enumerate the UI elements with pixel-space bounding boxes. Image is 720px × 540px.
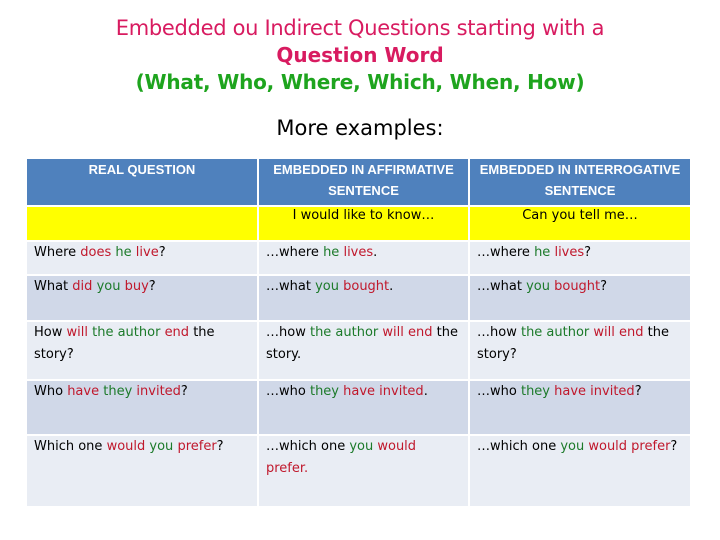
text-segment: . (389, 279, 394, 294)
real-question-cell: How will the author end the story? (25, 320, 259, 381)
text-segment: ? (670, 439, 678, 454)
text-segment: ? (634, 384, 642, 399)
verb-segment: buy (124, 279, 149, 294)
interrogative-cell: …who they have invited? (468, 379, 692, 436)
verb-segment: will (66, 325, 88, 340)
subtitle: More examples: (276, 116, 444, 140)
subject-segment: he (115, 245, 132, 260)
text-segment: Which one (34, 439, 107, 454)
intro-affirmative: I would like to know… (257, 205, 470, 242)
verb-segment: did (72, 279, 93, 294)
interrogative-cell: …how the author will end the story? (468, 320, 692, 381)
subject-segment: they (103, 384, 133, 399)
text-segment: ? (180, 384, 188, 399)
text-segment: Where (34, 245, 81, 260)
header-real-question: REAL QUESTION (25, 157, 259, 207)
affirmative-cell: …where he lives. (257, 240, 470, 276)
title-line-question-words-list: (What, Who, Where, Which, When, How) (135, 70, 585, 94)
text-segment: ? (148, 279, 156, 294)
text-segment: What (34, 279, 73, 294)
intro-row: I would like to know… Can you tell me… (25, 205, 692, 242)
verb-segment: does (80, 245, 112, 260)
intro-interrogative: Can you tell me… (468, 205, 692, 242)
subject-segment: the author (520, 325, 590, 340)
affirmative-cell: …how the author will end the story. (257, 320, 470, 381)
text-segment: …which one (266, 439, 350, 454)
subject-segment: you (349, 439, 374, 454)
verb-segment: bought (343, 279, 390, 294)
verb-segment: have invited (554, 384, 635, 399)
text-segment: How (34, 325, 67, 340)
intro-cell-empty (25, 205, 259, 242)
interrogative-cell: …which one you would prefer? (468, 434, 692, 508)
verb-segment: have (67, 384, 100, 399)
verb-segment: end (164, 325, 190, 340)
text-segment: …how (266, 325, 310, 340)
verb-segment: will end (593, 325, 644, 340)
subject-segment: he (323, 245, 340, 260)
table-row: How will the author end the story? …how … (25, 320, 692, 381)
header-affirmative: EMBEDDED IN AFFIRMATIVE SENTENCE (257, 157, 470, 207)
real-question-cell: Where does he live? (25, 240, 259, 276)
verb-segment: invited (136, 384, 181, 399)
text-segment: ? (158, 245, 166, 260)
subject-segment: you (149, 439, 174, 454)
title-line-question-word: Question Word (276, 43, 444, 67)
real-question-cell: What did you buy? (25, 274, 259, 322)
subject-segment: you (526, 279, 550, 294)
subject-segment: he (534, 245, 551, 260)
text-segment: …which one (477, 439, 561, 454)
text-segment: …what (477, 279, 527, 294)
text-segment: ? (600, 279, 608, 294)
verb-segment: bought (554, 279, 601, 294)
text-segment: …where (266, 245, 324, 260)
table-row: Which one would you prefer? …which one y… (25, 434, 692, 508)
subject-segment: you (96, 279, 121, 294)
subject-segment: the author (92, 325, 161, 340)
table-row: Where does he live? …where he lives. …wh… (25, 240, 692, 276)
text-segment: ? (216, 439, 224, 454)
text-segment: …how (477, 325, 521, 340)
subject-segment: you (315, 279, 339, 294)
text-segment: . (373, 245, 378, 260)
interrogative-cell: …what you bought? (468, 274, 692, 322)
affirmative-cell: …who they have invited. (257, 379, 470, 436)
text-segment: . (423, 384, 428, 399)
verb-segment: would prefer (588, 439, 671, 454)
verb-segment: prefer (177, 439, 217, 454)
slide-title: Embedded ou Indirect Questions starting … (0, 14, 720, 96)
subject-segment: you (560, 439, 585, 454)
affirmative-cell: …which one you would prefer. (257, 434, 470, 508)
examples-table: REAL QUESTION EMBEDDED IN AFFIRMATIVE SE… (25, 157, 692, 508)
verb-segment: lives (343, 245, 374, 260)
text-segment: …who (477, 384, 521, 399)
header-row: REAL QUESTION EMBEDDED IN AFFIRMATIVE SE… (25, 157, 692, 207)
verb-segment: live (135, 245, 159, 260)
text-segment: ? (584, 245, 592, 260)
text-segment: …who (266, 384, 310, 399)
subject-segment: they (309, 384, 339, 399)
table-row: What did you buy? …what you bought. …wha… (25, 274, 692, 322)
verb-segment: lives (554, 245, 585, 260)
text-segment: …what (266, 279, 316, 294)
title-line-main: Embedded ou Indirect Questions starting … (115, 16, 605, 40)
affirmative-cell: …what you bought. (257, 274, 470, 322)
table-row: Who have they invited? …who they have in… (25, 379, 692, 436)
text-segment: Who (34, 384, 68, 399)
subject-segment: the author (309, 325, 379, 340)
verb-segment: have invited (343, 384, 424, 399)
real-question-cell: Who have they invited? (25, 379, 259, 436)
subject-segment: they (520, 384, 550, 399)
real-question-cell: Which one would you prefer? (25, 434, 259, 508)
interrogative-cell: …where he lives? (468, 240, 692, 276)
verb-segment: would (106, 439, 146, 454)
header-interrogative: EMBEDDED IN INTERROGATIVE SENTENCE (468, 157, 692, 207)
verb-segment: will end (382, 325, 433, 340)
text-segment: …where (477, 245, 535, 260)
